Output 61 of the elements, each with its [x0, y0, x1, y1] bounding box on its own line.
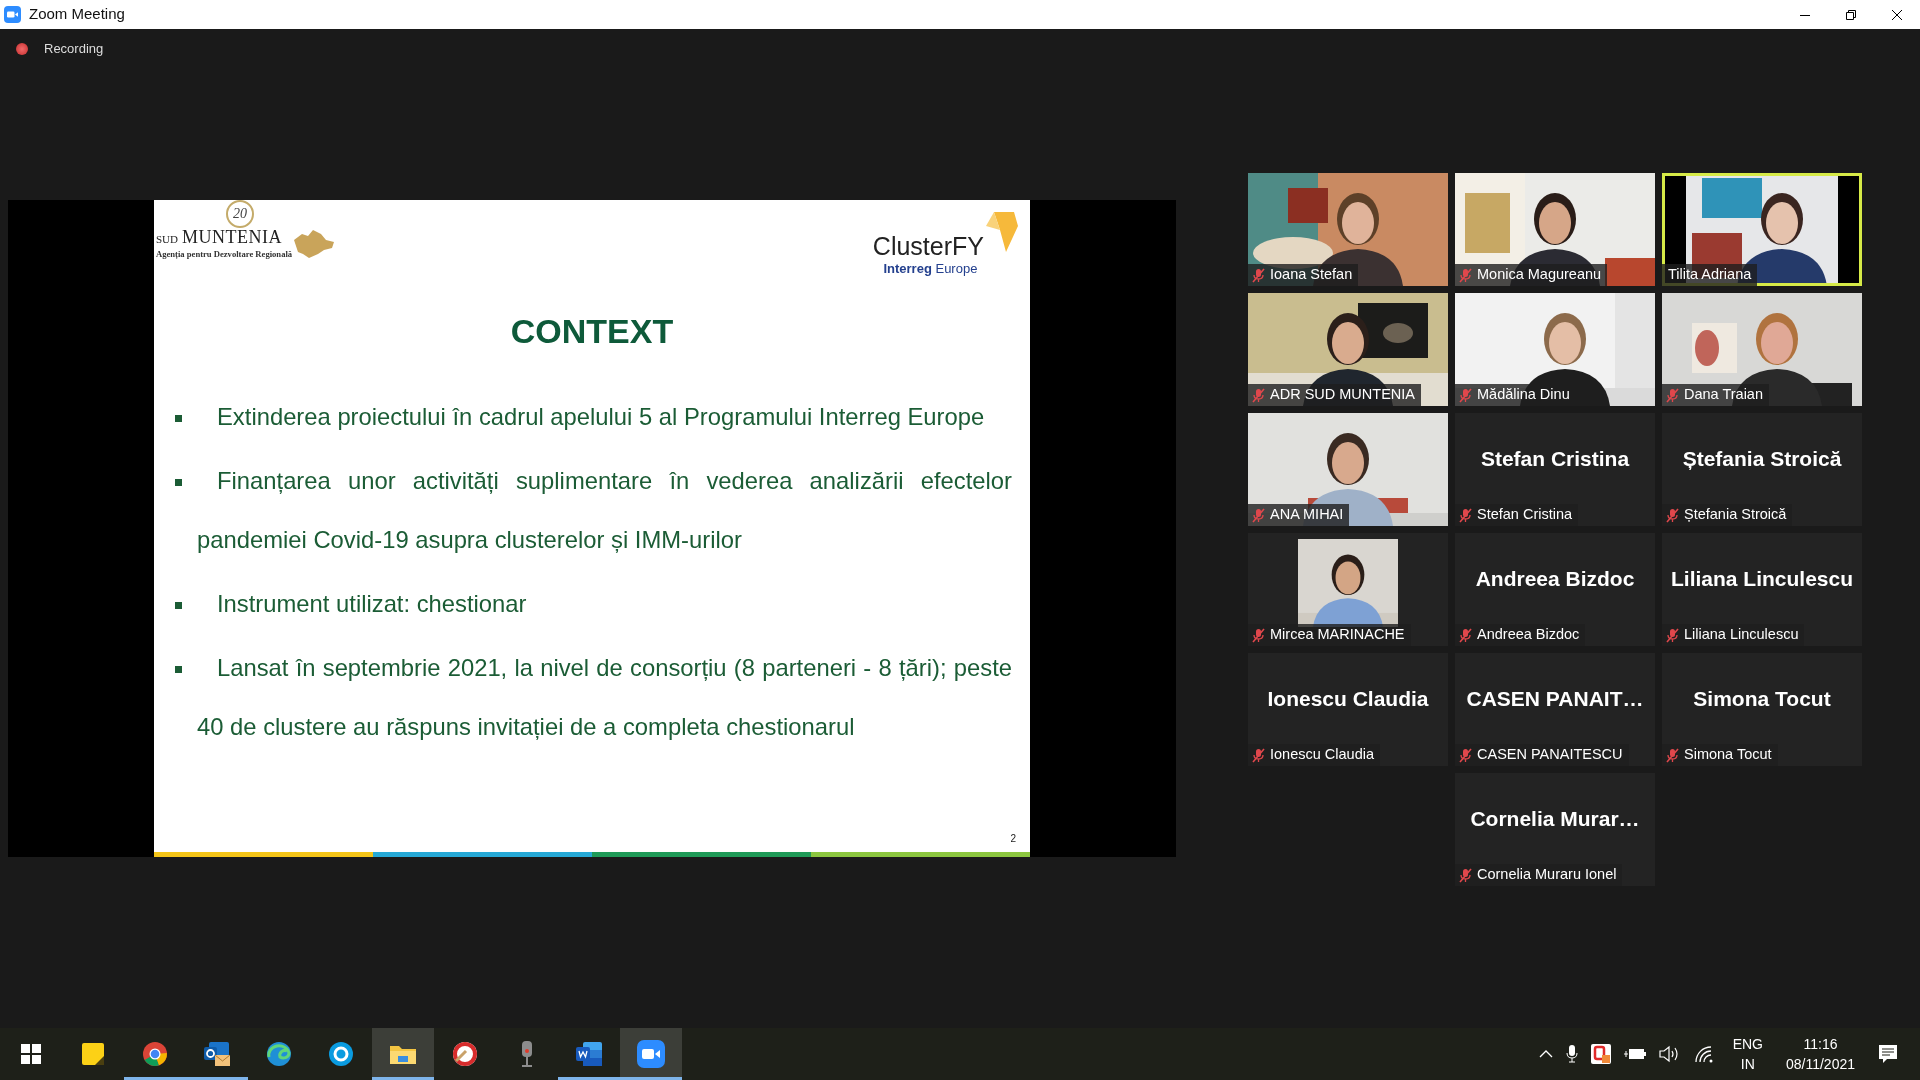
participant-name: ADR SUD MUNTENIA: [1270, 385, 1415, 405]
participant-name: Stefan Cristina: [1477, 505, 1573, 525]
recording-label: Recording: [44, 40, 104, 59]
participant-name: Andreea Bizdoc: [1477, 625, 1580, 645]
participant-name: Stefan Cristina: [1480, 445, 1630, 472]
page-number: 2: [1009, 832, 1017, 846]
language-indicator[interactable]: ENG: [1732, 1034, 1763, 1054]
wifi-icon[interactable]: [1693, 1045, 1714, 1063]
bullet-text: Finanțarea unor activități suplimentare în vederea analizării efectelor pandemiei Covid-19 asupra clusterelor și IMM-urilor: [154, 451, 1030, 569]
bullet-icon: [175, 415, 182, 423]
region-map-icon: [292, 228, 337, 261]
slide-title: CONTEXT: [509, 311, 675, 351]
brand-shape-icon: [984, 212, 1018, 252]
logo-title: MUNTENIA: [182, 228, 282, 246]
video-camera-icon[interactable]: [620, 1028, 682, 1080]
battery-icon[interactable]: [1623, 1047, 1646, 1061]
microphone-icon[interactable]: [1565, 1045, 1578, 1063]
participant-name: Monica Magureanu: [1477, 265, 1602, 285]
anniversary-badge: 20: [226, 200, 254, 228]
participant-name: Ștefania Stroică: [1682, 445, 1842, 472]
bullet-icon: [175, 479, 182, 487]
bullet-text: Instrument utilizat: chestionar: [154, 574, 1030, 633]
folder-icon[interactable]: [372, 1028, 434, 1080]
participant-name: Cornelia Muraru Ionel: [1477, 865, 1617, 885]
participant-name: Mircea MARINACHE: [1270, 625, 1405, 645]
bullet-text: Extinderea proiectului în cadrul apelului 5 al Programului Interreg Europe: [154, 387, 1030, 446]
notification-icon[interactable]: [1878, 1044, 1898, 1064]
close-icon: [1892, 9, 1902, 20]
participant-name: Simona Tocut: [1693, 685, 1831, 712]
clock-date[interactable]: 08/11/2021: [1785, 1054, 1855, 1074]
participant-name: Ioana Stefan: [1270, 265, 1353, 285]
participant-name: Tilita Adriana: [1668, 265, 1752, 285]
participant-name: Ștefania Stroică: [1684, 505, 1787, 525]
participant-name: Liliana Linculescu: [1670, 565, 1854, 592]
app-tray-icon[interactable]: [1590, 1044, 1611, 1064]
bullet-icon: [175, 602, 182, 610]
participant-name: Mădălina Dinu: [1477, 385, 1570, 405]
windows-logo-icon: [21, 1044, 41, 1064]
brand-logo-text: ClusterFY: [872, 234, 984, 259]
restore-icon: [1846, 9, 1856, 20]
clock-time[interactable]: 11:16: [1785, 1034, 1855, 1054]
participant-name: Simona Tocut: [1684, 745, 1772, 765]
participant-name: CASEN PANAIT…: [1466, 685, 1644, 712]
bullet-text: Lansat în septembrie 2021, la nivel de consorțiu (8 parteneri - 8 țări); peste 40 de clustere au răspuns invitației de a completa chestionarul: [154, 638, 1030, 756]
participant-name: Cornelia Murar…: [1470, 805, 1640, 832]
logo-caption: Agenția pentru Dezvoltare Regională: [156, 247, 293, 261]
participant-name: Ionescu Claudia: [1270, 745, 1374, 765]
volume-icon[interactable]: [1658, 1045, 1681, 1063]
participant-name: Dana Traian: [1684, 385, 1763, 405]
chevron-up-icon[interactable]: [1538, 1050, 1553, 1058]
participant-name: Ionescu Claudia: [1267, 685, 1429, 712]
participant-name: CASEN PANAITESCU: [1477, 745, 1623, 765]
window-title: Zoom Meeting: [29, 4, 125, 25]
brand-subtitle: Interreg Europe: [883, 260, 978, 278]
bullet-icon: [175, 666, 182, 674]
zoom-logo-icon: [4, 6, 21, 23]
keyboard-layout-indicator[interactable]: IN: [1732, 1054, 1763, 1074]
participant-name: Liliana Linculescu: [1684, 625, 1799, 645]
participant-name: Andreea Bizdoc: [1475, 565, 1635, 592]
participant-name: ANA MIHAI: [1270, 505, 1344, 525]
logo-text: SUD: [156, 232, 178, 247]
